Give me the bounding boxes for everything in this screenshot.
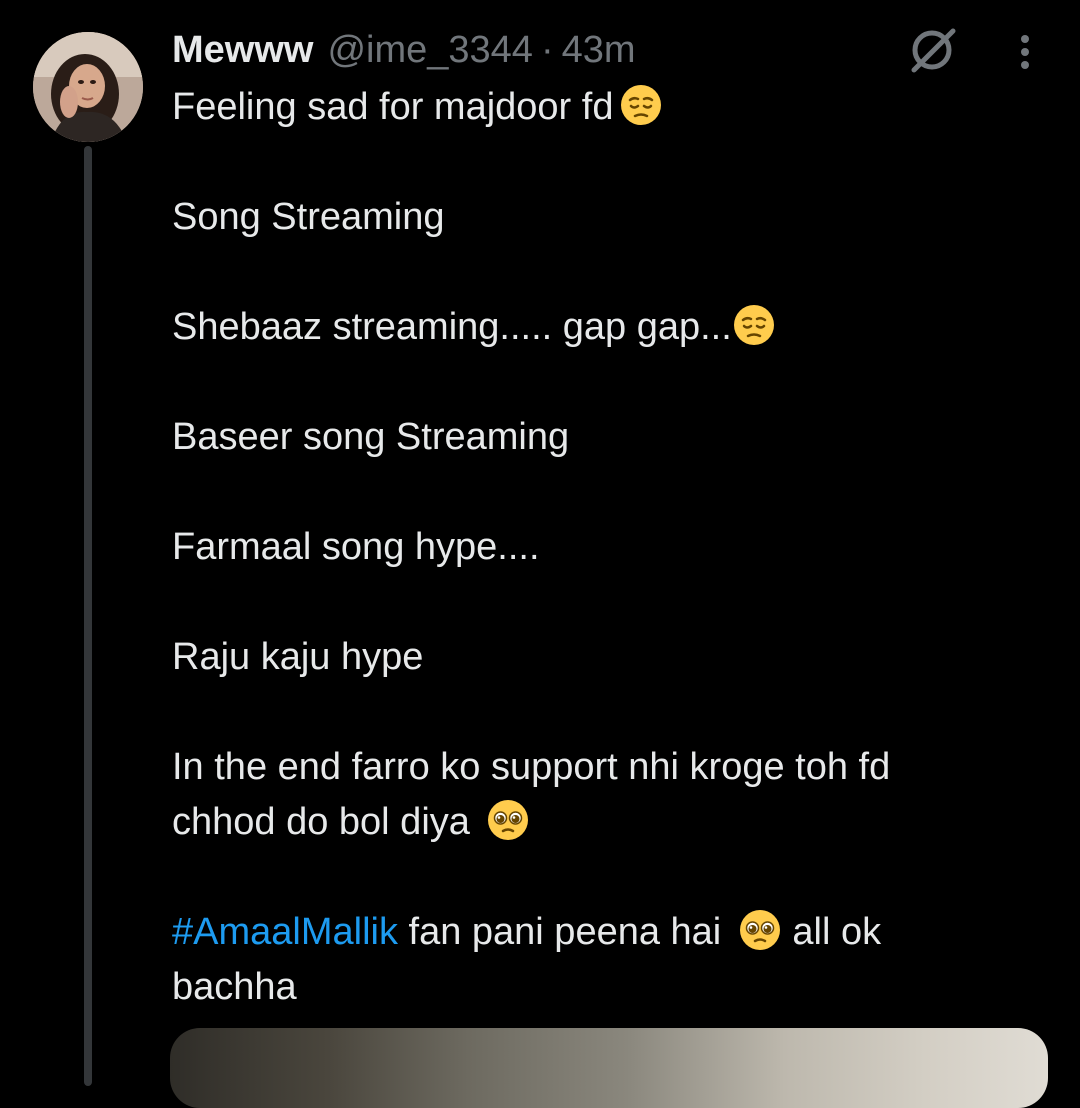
pensive-face-emoji	[732, 303, 776, 347]
grok-icon[interactable]	[904, 22, 960, 78]
tweet-line: Shebaaz streaming..... gap gap...	[172, 300, 1032, 355]
tweet[interactable]: Mewww @ime_3344 · 43m Feeling sad for ma…	[0, 0, 1080, 1108]
avatar[interactable]	[33, 32, 143, 142]
tweet-text: Feeling sad for majdoor fd Song Streamin…	[172, 80, 1032, 1015]
tweet-line: #AmaalMallik fan pani peena hai all ok	[172, 905, 1032, 960]
hashtag-link[interactable]: #AmaalMallik	[172, 911, 398, 953]
tweet-line: In the end farro ko support nhi kroge to…	[172, 746, 891, 788]
pleading-face-emoji	[486, 798, 530, 842]
tweet-timestamp[interactable]: 43m	[562, 29, 636, 72]
tweet-line: Farmaal song hype....	[172, 526, 540, 568]
header-separator: ·	[540, 28, 554, 71]
tweet-line: Baseer song Streaming	[172, 416, 570, 458]
author-handle[interactable]: @ime_3344	[327, 29, 532, 72]
tweet-header: Mewww @ime_3344 · 43m	[172, 26, 636, 74]
tweet-line: bachha	[172, 966, 297, 1008]
pensive-face-emoji	[619, 83, 663, 127]
tweet-media-image[interactable]	[170, 1028, 1048, 1108]
pleading-face-emoji	[738, 908, 782, 952]
thread-line	[84, 146, 92, 1086]
more-icon[interactable]	[1006, 32, 1044, 72]
tweet-line: chhod do bol diya	[172, 795, 1032, 850]
tweet-line: Song Streaming	[172, 196, 445, 238]
tweet-line: Feeling sad for majdoor fd	[172, 80, 1032, 135]
avatar-image	[33, 32, 143, 142]
author-display-name[interactable]: Mewww	[172, 29, 313, 72]
tweet-line: Raju kaju hype	[172, 636, 424, 678]
